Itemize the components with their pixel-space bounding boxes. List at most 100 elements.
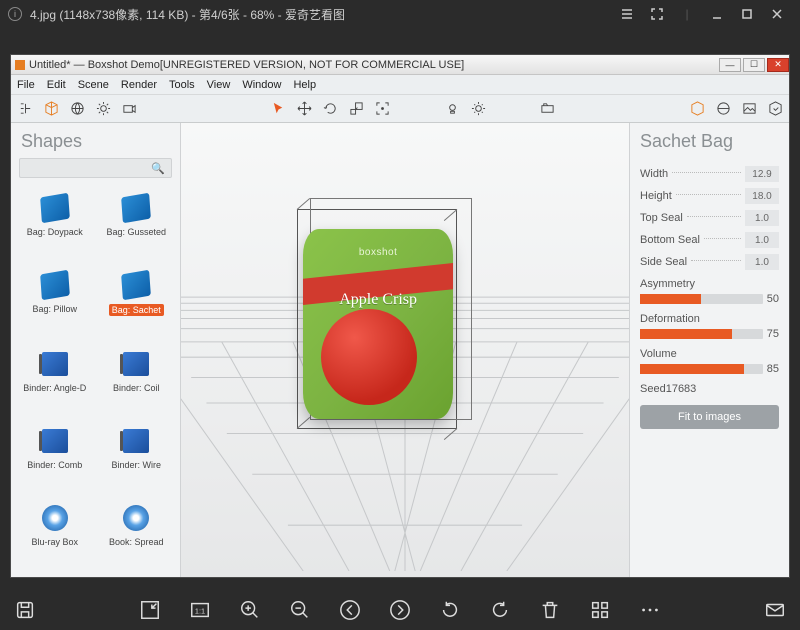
shape-label: Bag: Sachet <box>109 304 164 316</box>
menu-file[interactable]: File <box>17 79 35 91</box>
shape-label: Bag: Gusseted <box>106 227 166 237</box>
bag-brand-text: boxshot <box>303 247 453 258</box>
deformation-label: Deformation <box>640 313 779 325</box>
prop-height: Height18.0 <box>640 188 779 204</box>
volume-slider[interactable] <box>640 364 763 374</box>
shape-item[interactable]: Bag: Gusseted <box>97 190 177 263</box>
toolbar <box>11 95 789 123</box>
zoom-out-icon[interactable] <box>287 597 313 623</box>
menu-window[interactable]: Window <box>242 79 281 91</box>
toolbar-render-icon[interactable] <box>540 101 556 117</box>
sachet-bag-object[interactable]: boxshot Apple Crisp <box>303 229 453 419</box>
shape-item[interactable]: Bag: Sachet <box>97 267 177 342</box>
toolbar-gear-icon[interactable] <box>95 101 111 117</box>
toolbar-scene-tree-icon[interactable] <box>17 101 33 117</box>
fit-screen-icon[interactable] <box>137 597 163 623</box>
shape-label: Blu-ray Box <box>31 537 78 547</box>
zoom-in-icon[interactable] <box>237 597 263 623</box>
asymmetry-label: Asymmetry <box>640 278 779 290</box>
menu-help[interactable]: Help <box>293 79 316 91</box>
deformation-slider[interactable] <box>640 329 763 339</box>
viewer-divider: | <box>672 4 702 24</box>
volume-label: Volume <box>640 348 779 360</box>
info-icon: i <box>8 7 22 21</box>
toolbar-export-icon[interactable] <box>767 101 783 117</box>
app-minimize-button[interactable]: — <box>719 58 741 72</box>
menu-render[interactable]: Render <box>121 79 157 91</box>
save-icon[interactable] <box>12 597 38 623</box>
prop-bottom-seal: Bottom Seal1.0 <box>640 232 779 248</box>
viewer-fullscreen-icon[interactable] <box>642 4 672 24</box>
shapes-panel: Shapes 🔍 Bag: Doypack Bag: Gusseted Bag: P… <box>11 123 181 577</box>
app-titlebar: Untitled* — Boxshot Demo [UNREGISTERED V… <box>11 55 789 75</box>
asymmetry-slider[interactable] <box>640 294 763 304</box>
seed-input[interactable]: 17683 <box>666 383 706 395</box>
toolbar-cube2-icon[interactable] <box>689 101 705 117</box>
grid-icon[interactable] <box>587 597 613 623</box>
side-seal-input[interactable]: 1.0 <box>745 254 779 270</box>
rotate-left-icon[interactable] <box>437 597 463 623</box>
prop-width: Width12.9 <box>640 166 779 182</box>
volume-value[interactable]: 85 <box>767 363 779 375</box>
toolbar-focus-icon[interactable] <box>374 101 390 117</box>
more-icon[interactable] <box>637 597 663 623</box>
toolbar-globe2-icon[interactable] <box>715 101 731 117</box>
shape-label: Binder: Comb <box>27 460 82 470</box>
menu-tools[interactable]: Tools <box>169 79 195 91</box>
top-seal-input[interactable]: 1.0 <box>745 210 779 226</box>
viewport-3d[interactable]: boxshot Apple Crisp <box>181 123 629 577</box>
prop-side-seal: Side Seal1.0 <box>640 254 779 270</box>
shape-label: Binder: Angle-D <box>23 383 86 393</box>
menu-view[interactable]: View <box>207 79 231 91</box>
svg-text:1:1: 1:1 <box>195 607 205 616</box>
height-input[interactable]: 18.0 <box>745 188 779 204</box>
bottom-seal-input[interactable]: 1.0 <box>745 232 779 248</box>
menu-scene[interactable]: Scene <box>78 79 109 91</box>
toolbar-sun-icon[interactable] <box>470 101 486 117</box>
toolbar-globe-icon[interactable] <box>69 101 85 117</box>
viewer-maximize-button[interactable] <box>732 4 762 24</box>
shapes-title: Shapes <box>11 123 180 158</box>
viewer-close-button[interactable] <box>762 4 792 24</box>
app-window: Untitled* — Boxshot Demo [UNREGISTERED V… <box>10 54 790 578</box>
toolbar-light-icon[interactable] <box>444 101 460 117</box>
viewer-titlebar: i 4.jpg (1148x738像素, 114 KB) - 第4/6张 - 6… <box>0 0 800 28</box>
shape-label: Binder: Coil <box>113 383 160 393</box>
shape-item[interactable]: Bag: Pillow <box>15 267 95 342</box>
shape-label: Binder: Wire <box>111 460 161 470</box>
app-icon <box>15 60 25 70</box>
app-maximize-button[interactable]: ☐ <box>743 58 765 72</box>
shape-item[interactable]: Bag: Doypack <box>15 190 95 263</box>
next-icon[interactable] <box>387 597 413 623</box>
toolbar-scale-icon[interactable] <box>348 101 364 117</box>
toolbar-camera-icon[interactable] <box>121 101 137 117</box>
toolbar-rotate-icon[interactable] <box>322 101 338 117</box>
shape-item[interactable]: Binder: Coil <box>97 346 177 419</box>
menu-edit[interactable]: Edit <box>47 79 66 91</box>
width-input[interactable]: 12.9 <box>745 166 779 182</box>
prev-icon[interactable] <box>337 597 363 623</box>
properties-title: Sachet Bag <box>640 131 779 160</box>
shape-item[interactable]: Binder: Wire <box>97 423 177 496</box>
fit-to-images-button[interactable]: Fit to images <box>640 405 779 429</box>
toolbar-cube-icon[interactable] <box>43 101 59 117</box>
asymmetry-value[interactable]: 50 <box>767 293 779 305</box>
toolbar-image-icon[interactable] <box>741 101 757 117</box>
actual-size-icon[interactable]: 1:1 <box>187 597 213 623</box>
toolbar-select-icon[interactable] <box>270 101 286 117</box>
shapes-search-input[interactable]: 🔍 <box>19 158 172 178</box>
shape-item[interactable]: Binder: Comb <box>15 423 95 496</box>
shape-label: Book: Spread <box>109 537 164 547</box>
app-close-button[interactable]: ✕ <box>767 58 789 72</box>
shape-item[interactable]: Binder: Angle-D <box>15 346 95 419</box>
menubar: File Edit Scene Render Tools View Window… <box>11 75 789 95</box>
toolbar-move-icon[interactable] <box>296 101 312 117</box>
viewer-minimize-button[interactable] <box>702 4 732 24</box>
rotate-right-icon[interactable] <box>487 597 513 623</box>
shape-item[interactable]: Book: Spread <box>97 500 177 573</box>
shape-item[interactable]: Blu-ray Box <box>15 500 95 573</box>
deformation-value[interactable]: 75 <box>767 328 779 340</box>
delete-icon[interactable] <box>537 597 563 623</box>
mail-icon[interactable] <box>762 597 788 623</box>
viewer-menu-icon[interactable] <box>612 4 642 24</box>
